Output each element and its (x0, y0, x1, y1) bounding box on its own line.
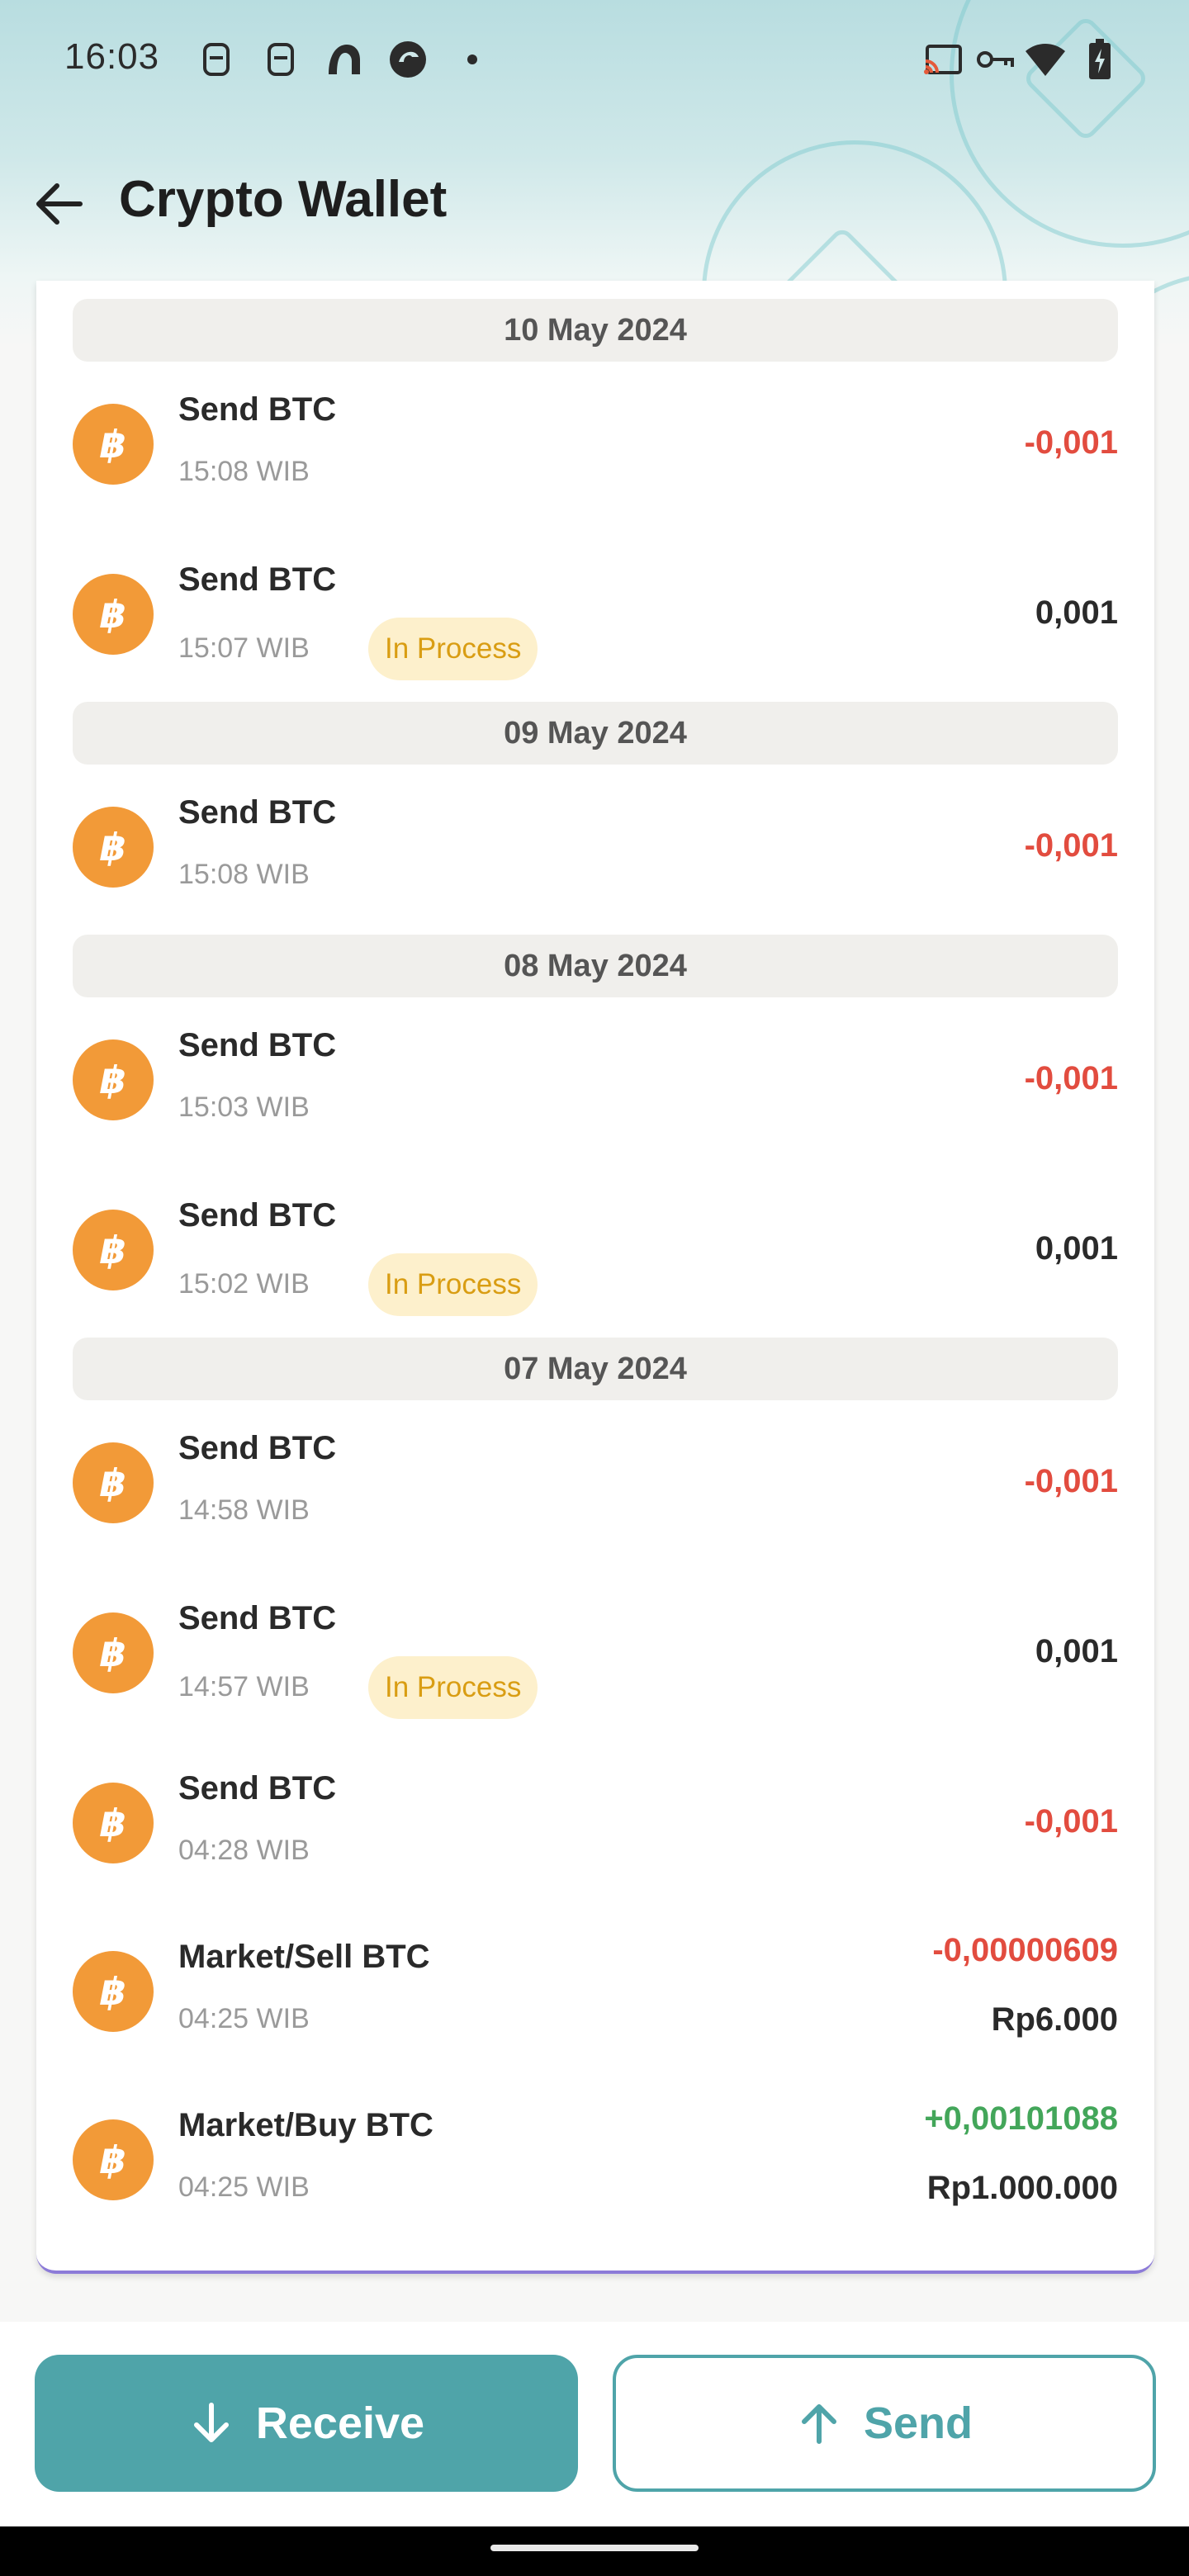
system-navigation-bar (0, 2526, 1189, 2576)
bitcoin-icon: ฿ (73, 1039, 154, 1120)
transaction-amount: 0,001 (1035, 1633, 1118, 1669)
vpn-key-icon (974, 38, 1017, 81)
transaction-row[interactable]: ฿ Market/Sell BTC 04:25 WIB -0,00000609 Rp6.… (36, 1911, 1154, 2079)
transaction-title: Send BTC (178, 794, 337, 831)
status-badge: In Process (368, 618, 538, 680)
transaction-fiat-value: Rp1.000.000 (926, 2170, 1118, 2206)
transaction-row[interactable]: ฿ Send BTC 15:08 WIB -0,001 (36, 765, 1154, 935)
bitcoin-icon: ฿ (73, 807, 154, 888)
transaction-time: 15:08 WIB (178, 859, 310, 890)
home-indicator[interactable] (490, 2545, 699, 2551)
transaction-row[interactable]: ฿ Market/Buy BTC 04:25 WIB +0,00101088 Rp1.0… (36, 2079, 1154, 2247)
transaction-amount: -0,00000609 (932, 1932, 1118, 1968)
page-title: Crypto Wallet (119, 171, 448, 228)
arrow-up-icon (801, 2404, 836, 2444)
date-header: 08 May 2024 (73, 935, 1118, 997)
bitcoin-icon: ฿ (73, 574, 154, 655)
bitcoin-icon: ฿ (73, 1442, 154, 1523)
transaction-time: 04:25 WIB (178, 2171, 310, 2203)
transaction-amount: -0,001 (1024, 827, 1118, 864)
svg-text:฿: ฿ (100, 422, 126, 466)
battery-charging-icon (1078, 38, 1121, 81)
transaction-amount: 0,001 (1035, 594, 1118, 631)
arrow-left-icon (36, 183, 83, 225)
send-label: Send (863, 2398, 973, 2448)
transaction-row[interactable]: ฿ Send BTC 04:28 WIB -0,001 (36, 1740, 1154, 1911)
transaction-row[interactable]: ฿ Send BTC 15:02 WIB In Process 0,001 (36, 1167, 1154, 1338)
date-header: 10 May 2024 (73, 299, 1118, 362)
status-bar: 16:03 (0, 0, 1189, 124)
svg-text:฿: ฿ (100, 592, 126, 637)
transaction-row[interactable]: ฿ Send BTC 14:57 WIB In Process 0,001 (36, 1570, 1154, 1740)
receive-label: Receive (255, 2398, 425, 2448)
transaction-row[interactable]: ฿ Send BTC 15:07 WIB In Process 0,001 (36, 532, 1154, 702)
transaction-time: 15:03 WIB (178, 1091, 310, 1123)
transaction-time: 15:02 WIB (178, 1268, 310, 1300)
status-badge: In Process (368, 1253, 538, 1316)
transaction-title: Market/Sell BTC (178, 1939, 430, 1975)
bitcoin-icon: ฿ (73, 404, 154, 485)
transaction-title: Send BTC (178, 391, 337, 428)
bitcoin-icon: ฿ (73, 1951, 154, 2032)
bitcoin-icon: ฿ (73, 1612, 154, 1693)
bitcoin-icon: ฿ (73, 1210, 154, 1290)
status-badge: In Process (368, 1656, 538, 1719)
sim-icon (259, 38, 302, 81)
bitcoin-icon: ฿ (73, 1783, 154, 1863)
receive-button[interactable]: Receive (35, 2355, 578, 2492)
app-screen: 16:03 Crypto Wallet 10 May 2024 ฿ Send B… (0, 0, 1189, 2576)
dot-icon (451, 38, 494, 81)
transaction-list[interactable]: 10 May 2024 ฿ Send BTC 15:08 WIB -0,001 ฿ Send… (36, 281, 1154, 2274)
transaction-time: 14:58 WIB (178, 1494, 310, 1526)
back-button[interactable] (30, 175, 88, 233)
send-button[interactable]: Send (613, 2355, 1156, 2492)
app-icon (386, 38, 429, 81)
status-time: 16:03 (64, 36, 160, 77)
date-header: 09 May 2024 (73, 702, 1118, 765)
transaction-amount: -0,001 (1024, 1060, 1118, 1096)
transaction-time: 15:08 WIB (178, 456, 310, 487)
app-bar: Crypto Wallet (0, 157, 1189, 248)
svg-text:฿: ฿ (100, 1228, 126, 1272)
wifi-icon (1024, 38, 1067, 81)
transaction-time: 15:07 WIB (178, 632, 310, 664)
svg-text:฿: ฿ (100, 1969, 126, 2014)
date-header: 07 May 2024 (73, 1338, 1118, 1400)
bitcoin-icon: ฿ (73, 2119, 154, 2200)
transaction-fiat-value: Rp6.000 (991, 2001, 1118, 2038)
transaction-amount: -0,001 (1024, 424, 1118, 461)
transaction-time: 14:57 WIB (178, 1671, 310, 1702)
transaction-title: Send BTC (178, 561, 337, 598)
transaction-title: Market/Buy BTC (178, 2107, 433, 2143)
transaction-title: Send BTC (178, 1770, 337, 1807)
transaction-time: 04:28 WIB (178, 1835, 310, 1866)
sim-icon (195, 38, 238, 81)
transaction-amount: 0,001 (1035, 1230, 1118, 1267)
transaction-amount: -0,001 (1024, 1463, 1118, 1499)
transaction-row[interactable]: ฿ Send BTC 14:58 WIB -0,001 (36, 1400, 1154, 1570)
transaction-title: Send BTC (178, 1027, 337, 1063)
svg-text:฿: ฿ (100, 2138, 126, 2182)
svg-text:฿: ฿ (100, 1631, 126, 1675)
transaction-amount: -0,001 (1024, 1803, 1118, 1840)
app-icon (322, 38, 365, 81)
transaction-amount: +0,00101088 (924, 2100, 1118, 2137)
transaction-row[interactable]: ฿ Send BTC 15:03 WIB -0,001 (36, 997, 1154, 1167)
transaction-time: 04:25 WIB (178, 2003, 310, 2034)
transaction-title: Send BTC (178, 1430, 337, 1466)
svg-text:฿: ฿ (100, 825, 126, 869)
svg-text:฿: ฿ (100, 1058, 126, 1102)
transaction-row[interactable]: ฿ Send BTC 15:08 WIB -0,001 (36, 362, 1154, 532)
transaction-title: Send BTC (178, 1197, 337, 1234)
svg-text:฿: ฿ (100, 1801, 126, 1845)
transaction-title: Send BTC (178, 1600, 337, 1636)
svg-text:฿: ฿ (100, 1461, 126, 1505)
arrow-down-icon (193, 2403, 229, 2442)
cast-icon (921, 38, 964, 81)
action-bar: Receive Send (0, 2322, 1189, 2526)
